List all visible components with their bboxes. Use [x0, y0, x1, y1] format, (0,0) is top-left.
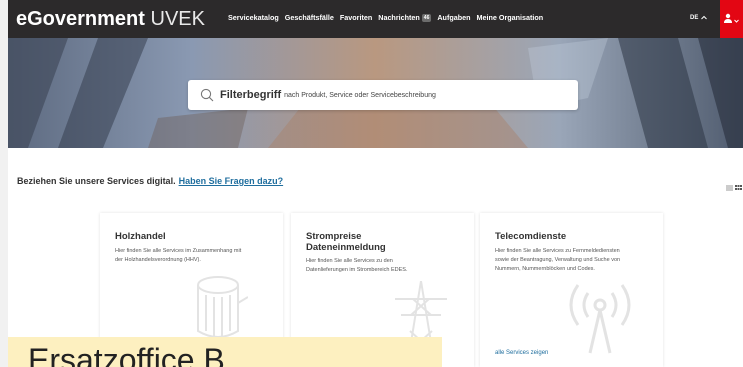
wood-log-icon	[197, 276, 248, 338]
list-view-icon[interactable]	[726, 178, 733, 196]
intro-label: Beziehen Sie unsere Services digital.	[17, 176, 176, 186]
card-title-line: Holzhandel	[115, 231, 166, 242]
card-title-line: Strompreise	[306, 231, 362, 242]
search-placeholder-rest: nach Produkt, Service oder Servicebeschr…	[284, 91, 436, 99]
card-description: Hier finden Sie alle Services zu Fernmel…	[495, 247, 620, 274]
user-icon	[724, 10, 734, 28]
hero-banner: Filterbegriff nach Produkt, Service oder…	[8, 38, 743, 148]
card-desc-line: Hier finden Sie alle Services zu Fernmel…	[495, 248, 620, 254]
page-frame: eGovernment UVEK Servicekatalog Geschäft…	[8, 0, 743, 367]
card-title: Holzhandel	[115, 231, 166, 242]
chevron-down-icon	[734, 10, 739, 28]
intro-text: Beziehen Sie unsere Services digital. Hab…	[17, 176, 283, 186]
all-services-link[interactable]: alle Services zeigen	[495, 350, 548, 356]
brand-light: UVEK	[150, 8, 205, 30]
language-selector[interactable]: DE	[690, 15, 708, 22]
nav-geschaeftsfaelle[interactable]: Geschäftsfälle	[285, 13, 334, 22]
card-desc-line: der Holzhandelsverordnung (HHV).	[115, 257, 201, 263]
card-title-line: Dateneinmeldung	[306, 242, 386, 253]
card-desc-line: Hier finden Sie alle Services im Zusamme…	[115, 248, 242, 254]
service-card-telecomdienste[interactable]: Telecomdienste Hier finden Sie alle Serv…	[480, 213, 663, 367]
nav-label: Meine Organisation	[476, 13, 544, 22]
card-desc-line: Datenlieferungen im Strombereich EDES.	[306, 267, 408, 273]
card-description: Hier finden Sie alle Services zu den Date…	[306, 257, 408, 275]
brand-logo[interactable]: eGovernment UVEK	[16, 8, 205, 31]
main-nav: Servicekatalog Geschäftsfälle Favoriten …	[228, 13, 543, 22]
popup-overlay: Ersatzoffice B	[8, 337, 442, 367]
nav-favoriten[interactable]: Favoriten	[340, 13, 372, 22]
card-title: Telecomdienste	[495, 231, 566, 242]
nav-label: Geschäftsfälle	[284, 13, 334, 22]
view-toggle	[726, 178, 742, 196]
nav-label: Servicekatalog	[228, 13, 279, 22]
search-icon	[200, 88, 214, 102]
nav-aufgaben[interactable]: Aufgaben	[437, 13, 470, 22]
grid-view-icon[interactable]	[735, 178, 742, 196]
top-navigation-bar: eGovernment UVEK Servicekatalog Geschäft…	[8, 0, 743, 38]
nav-servicekatalog[interactable]: Servicekatalog	[228, 13, 279, 22]
card-desc-line: sowie der Beantragung, Verwaltung und Su…	[495, 257, 621, 263]
card-description: Hier finden Sie alle Services im Zusamme…	[115, 247, 241, 265]
search-placeholder-strong: Filterbegriff	[220, 89, 282, 101]
brand-bold: eGovernment	[16, 8, 145, 30]
nav-meine-organisation[interactable]: Meine Organisation	[477, 13, 544, 22]
nav-label: Aufgaben	[437, 13, 471, 22]
antenna-icon	[569, 284, 631, 354]
faq-link[interactable]: Haben Sie Fragen dazu?	[179, 176, 284, 186]
card-title: Strompreise Dateneinmeldung	[306, 231, 386, 253]
chevron-up-icon	[701, 15, 708, 22]
nav-label: Nachrichten	[378, 13, 420, 22]
nav-nachrichten[interactable]: Nachrichten 46	[378, 13, 432, 22]
language-label: DE	[690, 15, 699, 21]
card-desc-line: Nummern, Nummernblöcken und Codes.	[495, 266, 595, 272]
card-desc-line: Hier finden Sie alle Services zu den	[306, 258, 393, 264]
overlay-text: Ersatzoffice B	[28, 342, 225, 367]
message-count-badge: 46	[421, 13, 432, 22]
user-menu-button[interactable]	[720, 0, 743, 38]
search-input[interactable]: Filterbegriff nach Produkt, Service oder…	[188, 80, 578, 110]
card-title-line: Telecomdienste	[495, 231, 567, 242]
nav-label: Favoriten	[339, 13, 373, 22]
